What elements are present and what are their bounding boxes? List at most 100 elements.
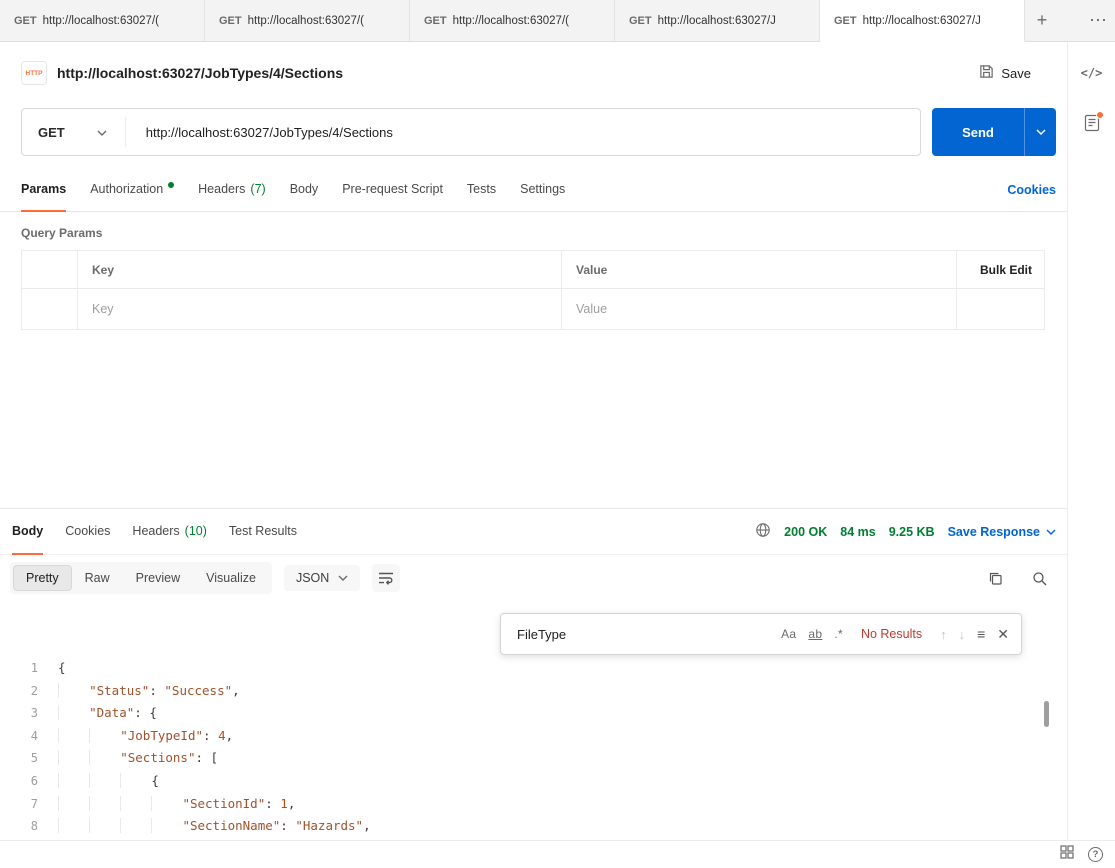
value-placeholder: Value bbox=[576, 302, 607, 316]
url-box: GET bbox=[21, 108, 921, 156]
regex-icon[interactable]: .* bbox=[834, 627, 843, 641]
whole-word-icon[interactable]: ab bbox=[808, 627, 822, 641]
request-tab-1[interactable]: GET http://localhost:63027/( bbox=[0, 0, 205, 41]
match-case-icon[interactable]: Aa bbox=[781, 627, 796, 641]
tab-method-label: GET bbox=[14, 15, 37, 27]
tab-authorization-label: Authorization bbox=[90, 182, 163, 196]
response-tab-test-results-label: Test Results bbox=[229, 524, 297, 538]
response-body-editor[interactable]: Aa ab .* No Results ↑ ↓ ≡ ✕ 1{2 "Status"… bbox=[0, 601, 1067, 840]
tab-body-label: Body bbox=[290, 182, 319, 196]
tab-settings-label: Settings bbox=[520, 182, 565, 196]
response-tab-headers-label: Headers bbox=[132, 524, 179, 538]
find-input[interactable] bbox=[517, 627, 769, 642]
value-input-cell[interactable]: Value bbox=[562, 289, 957, 329]
request-tabs: Params Authorization Headers (7) Body Pr… bbox=[0, 168, 1067, 212]
select-column-header bbox=[22, 251, 78, 288]
tab-method-label: GET bbox=[424, 15, 447, 27]
response-tab-body[interactable]: Body bbox=[12, 509, 43, 555]
query-params-empty-row: Key Value bbox=[22, 289, 1044, 329]
wrap-lines-icon[interactable] bbox=[372, 564, 400, 592]
tab-url-label: http://localhost:63027/J bbox=[863, 15, 981, 27]
code-line: 1{ bbox=[0, 657, 1067, 680]
tab-method-label: GET bbox=[219, 15, 242, 27]
response-toolbar: Pretty Raw Preview Visualize JSON bbox=[0, 555, 1067, 601]
request-url-input[interactable] bbox=[125, 117, 920, 147]
response-tab-cookies[interactable]: Cookies bbox=[65, 509, 110, 555]
response-headers-count-badge: (10) bbox=[185, 524, 207, 538]
right-sidebar: </> bbox=[1067, 42, 1115, 840]
key-placeholder: Key bbox=[92, 302, 114, 316]
tab-pre-request-script[interactable]: Pre-request Script bbox=[342, 168, 443, 212]
status-bar: ? bbox=[0, 840, 1115, 868]
query-params-table: Key Value Bulk Edit Key Value bbox=[21, 250, 1045, 330]
code-line: 8 "SectionName": "Hazards", bbox=[0, 815, 1067, 838]
method-dropdown[interactable]: GET bbox=[22, 123, 125, 141]
documentation-icon[interactable] bbox=[1084, 114, 1100, 137]
response-tab-test-results[interactable]: Test Results bbox=[229, 509, 297, 555]
network-globe-icon[interactable] bbox=[755, 522, 771, 541]
copy-icon[interactable] bbox=[981, 564, 1009, 592]
code-line: 6 { bbox=[0, 770, 1067, 793]
tab-url-label: http://localhost:63027/( bbox=[453, 15, 569, 27]
save-label: Save bbox=[1001, 66, 1031, 81]
key-input-cell[interactable]: Key bbox=[78, 289, 562, 329]
code-line: 2 "Status": "Success", bbox=[0, 680, 1067, 703]
send-label[interactable]: Send bbox=[932, 108, 1024, 156]
save-button[interactable]: Save bbox=[979, 64, 1031, 82]
view-visualize-button[interactable]: Visualize bbox=[193, 565, 269, 591]
send-options-button[interactable] bbox=[1024, 108, 1056, 156]
response-code-lines: 1{2 "Status": "Success",3 "Data": {4 "Jo… bbox=[0, 657, 1067, 838]
tab-pre-request-script-label: Pre-request Script bbox=[342, 182, 443, 196]
panel-grid-icon[interactable] bbox=[1060, 845, 1074, 864]
key-column-header: Key bbox=[78, 251, 562, 288]
notification-dot bbox=[1096, 111, 1104, 119]
search-icon[interactable] bbox=[1025, 564, 1053, 592]
tab-settings[interactable]: Settings bbox=[520, 168, 565, 212]
response-tabs: Body Cookies Headers (10) Test Results 2… bbox=[0, 509, 1067, 555]
bulk-edit-button[interactable]: Bulk Edit bbox=[957, 251, 1044, 288]
code-line: 7 "SectionId": 1, bbox=[0, 793, 1067, 816]
view-mode-group: Pretty Raw Preview Visualize bbox=[10, 562, 272, 594]
tab-bar: GET http://localhost:63027/( GET http://… bbox=[0, 0, 1115, 42]
help-icon[interactable]: ? bbox=[1088, 847, 1103, 862]
code-line: 5 "Sections": [ bbox=[0, 747, 1067, 770]
tab-headers[interactable]: Headers (7) bbox=[198, 168, 266, 212]
request-tab-4[interactable]: GET http://localhost:63027/J bbox=[615, 0, 820, 41]
response-size: 9.25 KB bbox=[889, 525, 935, 539]
new-tab-button[interactable]: + bbox=[1025, 0, 1059, 41]
code-snippet-icon[interactable]: </> bbox=[1081, 66, 1103, 80]
code-line: 4 "JobTypeId": 4, bbox=[0, 725, 1067, 748]
send-button[interactable]: Send bbox=[932, 108, 1056, 156]
response-meta: 200 OK 84 ms 9.25 KB Save Response bbox=[755, 509, 1056, 554]
tab-url-label: http://localhost:63027/J bbox=[658, 15, 776, 27]
find-bar: Aa ab .* No Results ↑ ↓ ≡ ✕ bbox=[500, 613, 1022, 655]
find-menu-icon[interactable]: ≡ bbox=[977, 626, 985, 642]
tab-params[interactable]: Params bbox=[21, 168, 66, 212]
format-dropdown[interactable]: JSON bbox=[284, 565, 360, 591]
save-response-button[interactable]: Save Response bbox=[948, 525, 1056, 539]
response-scrollbar-thumb[interactable] bbox=[1044, 701, 1049, 727]
cookies-link[interactable]: Cookies bbox=[1007, 183, 1056, 197]
row-select-cell bbox=[22, 289, 78, 329]
request-tab-5-active[interactable]: GET http://localhost:63027/J bbox=[820, 0, 1025, 42]
response-tab-cookies-label: Cookies bbox=[65, 524, 110, 538]
save-icon bbox=[979, 64, 994, 82]
tab-tests[interactable]: Tests bbox=[467, 168, 496, 212]
view-pretty-button[interactable]: Pretty bbox=[13, 565, 72, 591]
request-tab-2[interactable]: GET http://localhost:63027/( bbox=[205, 0, 410, 41]
tab-body[interactable]: Body bbox=[290, 168, 319, 212]
view-preview-button[interactable]: Preview bbox=[123, 565, 193, 591]
toolbar-right bbox=[981, 564, 1053, 592]
method-label: GET bbox=[38, 125, 65, 140]
status-badge: 200 OK bbox=[784, 525, 827, 539]
find-close-icon[interactable]: ✕ bbox=[997, 626, 1009, 643]
request-tab-3[interactable]: GET http://localhost:63027/( bbox=[410, 0, 615, 41]
find-next-icon[interactable]: ↓ bbox=[959, 627, 966, 642]
code-line: 3 "Data": { bbox=[0, 702, 1067, 725]
view-raw-button[interactable]: Raw bbox=[72, 565, 123, 591]
response-tab-headers[interactable]: Headers (10) bbox=[132, 509, 206, 555]
find-previous-icon[interactable]: ↑ bbox=[940, 627, 947, 642]
tab-options-button[interactable]: ⋯ bbox=[1081, 0, 1115, 41]
tab-authorization[interactable]: Authorization bbox=[90, 168, 174, 212]
save-response-label: Save Response bbox=[948, 525, 1040, 539]
